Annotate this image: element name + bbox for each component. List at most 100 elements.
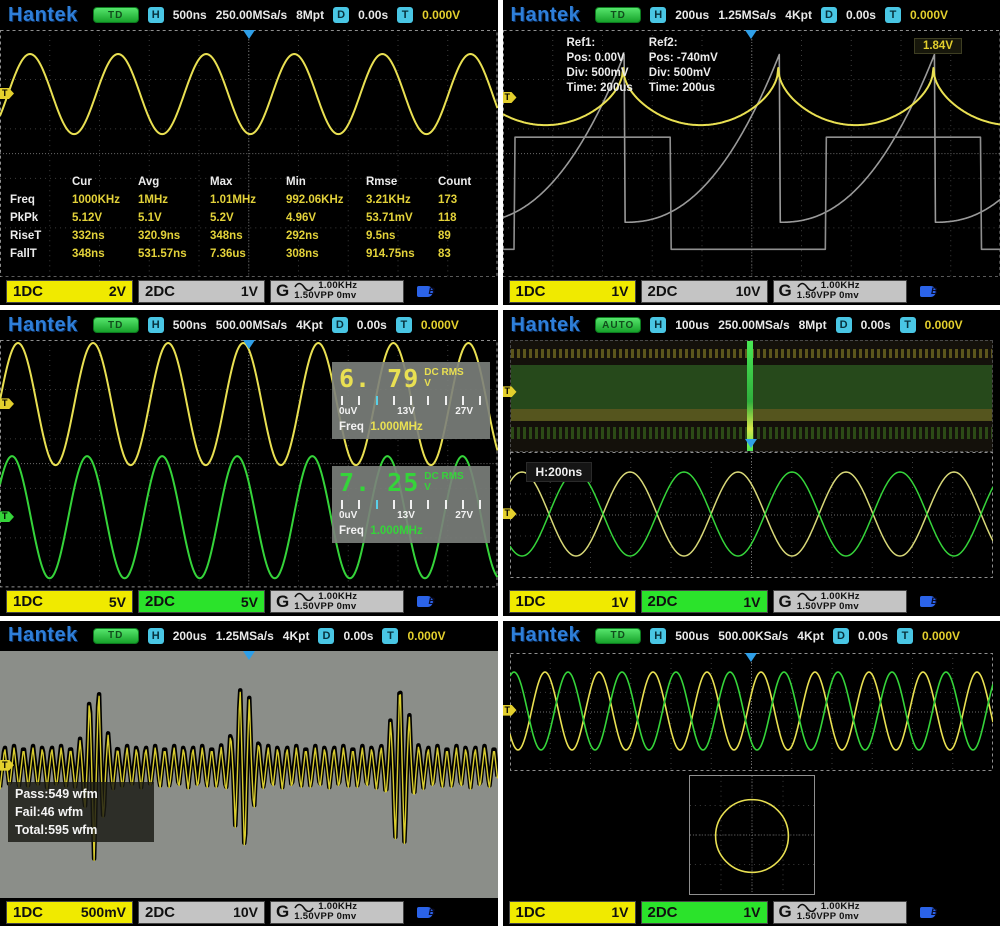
- generator-box[interactable]: G 1.00KHz 1.50VPP 0mv: [270, 280, 404, 303]
- delay-value: 0.00s: [343, 629, 373, 643]
- horizontal-position-marker[interactable]: [745, 439, 757, 448]
- delay-icon[interactable]: D: [318, 628, 334, 644]
- dmm-overlay-ch1: 6. 79 DC RMS V 0uV13V27V Freq 1.000MHz: [332, 362, 490, 439]
- timebase-value: 500ns: [173, 8, 207, 22]
- channel2-box[interactable]: 2DC10V: [138, 901, 265, 924]
- channel2-box[interactable]: 2DC10V: [641, 280, 768, 303]
- reference-info: Ref1:Pos: 0.00VDiv: 500mVTime: 200us Ref…: [567, 36, 718, 96]
- xy-lissajous-window: [689, 775, 815, 895]
- generator-label: G: [779, 592, 792, 612]
- channel2-box[interactable]: 2DC5V: [138, 590, 265, 613]
- generator-box[interactable]: G 1.00KHz 1.50VPP 0mv: [773, 590, 907, 613]
- hantek-logo: Hantek: [511, 4, 581, 27]
- trigger-icon[interactable]: T: [396, 317, 412, 333]
- delay-value: 0.00s: [358, 8, 388, 22]
- channel1-label: 1DC: [13, 904, 43, 921]
- delay-icon[interactable]: D: [821, 7, 837, 23]
- measure-cell: 9.5ns: [366, 230, 438, 243]
- trigger-icon[interactable]: T: [382, 628, 398, 644]
- measure-cell: Max: [210, 176, 286, 189]
- trigger-mode-badge[interactable]: TD: [595, 7, 641, 23]
- horizontal-icon[interactable]: H: [650, 7, 666, 23]
- ruler-tick: [341, 396, 343, 405]
- usb-icon: B: [417, 596, 433, 607]
- delay-icon[interactable]: D: [333, 7, 349, 23]
- status-bar: Hantek TD H 200us 1.25MSa/s 4Kpt D 0.00s…: [503, 0, 1000, 30]
- channel-bar: 1DC1V 2DC10V G 1.00KHz 1.50VPP 0mv B: [503, 277, 1000, 305]
- horizontal-position-marker[interactable]: [745, 653, 757, 662]
- channel1-box[interactable]: 1DC2V: [6, 280, 133, 303]
- generator-amplitude: 1.50VPP 0mv: [294, 602, 356, 612]
- sample-rate: 500.00KSa/s: [718, 629, 788, 643]
- generator-box[interactable]: G 1.00KHz 1.50VPP 0mv: [773, 901, 907, 924]
- trigger-level-value: 0.000V: [422, 8, 460, 22]
- memory-depth: 4Kpt: [797, 629, 824, 643]
- measure-cell: 1MHz: [138, 194, 210, 207]
- horizontal-icon[interactable]: H: [650, 628, 666, 644]
- measure-cell: FallT: [10, 248, 72, 261]
- measure-cell: 89: [438, 230, 484, 243]
- usb-icon: B: [920, 907, 936, 918]
- channel1-box[interactable]: 1DC5V: [6, 590, 133, 613]
- channel1-box[interactable]: 1DC1V: [509, 280, 636, 303]
- trigger-mode-badge[interactable]: TD: [93, 317, 139, 333]
- scope-screenshot-grid: Hantek TD H 500ns 250.00MSa/s 8Mpt D 0.0…: [0, 0, 1000, 926]
- trigger-mode-badge[interactable]: TD: [93, 7, 139, 23]
- channel2-scale: 1V: [743, 594, 760, 610]
- delay-icon[interactable]: D: [833, 628, 849, 644]
- horizontal-icon[interactable]: H: [148, 628, 164, 644]
- usb-icon: B: [920, 286, 936, 297]
- generator-box[interactable]: G 1.00KHz 1.50VPP 0mv: [270, 901, 404, 924]
- ruler-tick: [393, 500, 395, 509]
- zoom-region-highlight[interactable]: [747, 341, 753, 451]
- channel2-box[interactable]: 2DC1V: [641, 901, 768, 924]
- generator-box[interactable]: G 1.00KHz 1.50VPP 0mv: [270, 590, 404, 613]
- horizontal-position-marker[interactable]: [243, 30, 255, 39]
- dmm-unit: V: [424, 378, 463, 389]
- voltage-badge: 1.84V: [914, 38, 962, 54]
- scope-panel-dmm: Hantek TD H 500ns 500.00MSa/s 4Kpt D 0.0…: [0, 310, 498, 615]
- horizontal-position-marker[interactable]: [745, 30, 757, 39]
- horizontal-icon[interactable]: H: [650, 317, 666, 333]
- trigger-icon[interactable]: T: [900, 317, 916, 333]
- channel1-box[interactable]: 1DC1V: [509, 590, 636, 613]
- ruler-tick: [427, 396, 429, 405]
- generator-info: 1.00KHz 1.50VPP 0mv: [797, 281, 860, 301]
- channel2-scale: 1V: [743, 904, 760, 920]
- usb-letter: B: [429, 907, 436, 917]
- waveform-display: T: [503, 651, 1000, 898]
- channel2-scale: 10V: [233, 904, 258, 920]
- trigger-icon[interactable]: T: [885, 7, 901, 23]
- trigger-mode-badge[interactable]: AUTO: [595, 317, 641, 333]
- measure-table: CurAvgMaxMinRmseCountFreq1000KHz1MHz1.01…: [10, 176, 484, 261]
- measure-cell: Rmse: [366, 176, 438, 189]
- generator-box[interactable]: G 1.00KHz 1.50VPP 0mv: [773, 280, 907, 303]
- ref1-info: Ref1:Pos: 0.00VDiv: 500mVTime: 200us: [567, 36, 633, 96]
- trigger-mode-badge[interactable]: TD: [595, 628, 641, 644]
- channel2-box[interactable]: 2DC1V: [641, 590, 768, 613]
- trigger-icon[interactable]: T: [897, 628, 913, 644]
- trigger-mode-badge[interactable]: TD: [93, 628, 139, 644]
- measure-cell: Freq: [10, 194, 72, 207]
- ruler-tick: [376, 396, 378, 405]
- generator-info: 1.00KHz 1.50VPP 0mv: [294, 902, 357, 922]
- trigger-icon[interactable]: T: [397, 7, 413, 23]
- channel1-box[interactable]: 1DC500mV: [6, 901, 133, 924]
- measure-cell: Avg: [138, 176, 210, 189]
- horizontal-position-marker[interactable]: [243, 340, 255, 349]
- measure-cell: 914.75ns: [366, 248, 438, 261]
- waveform-canvas: [0, 651, 498, 898]
- delay-icon[interactable]: D: [836, 317, 852, 333]
- channel1-box[interactable]: 1DC1V: [509, 901, 636, 924]
- measure-cell: 1000KHz: [72, 194, 138, 207]
- usb-letter: B: [429, 286, 436, 296]
- delay-icon[interactable]: D: [332, 317, 348, 333]
- channel1-label: 1DC: [516, 283, 546, 300]
- horizontal-icon[interactable]: H: [148, 7, 164, 23]
- generator-amplitude: 1.50VPP 0mv: [294, 291, 356, 301]
- horizontal-position-marker[interactable]: [243, 651, 255, 660]
- channel2-box[interactable]: 2DC1V: [138, 280, 265, 303]
- sample-rate: 1.25MSa/s: [216, 629, 274, 643]
- zoom-timebase-label: H:200ns: [526, 462, 593, 482]
- horizontal-icon[interactable]: H: [148, 317, 164, 333]
